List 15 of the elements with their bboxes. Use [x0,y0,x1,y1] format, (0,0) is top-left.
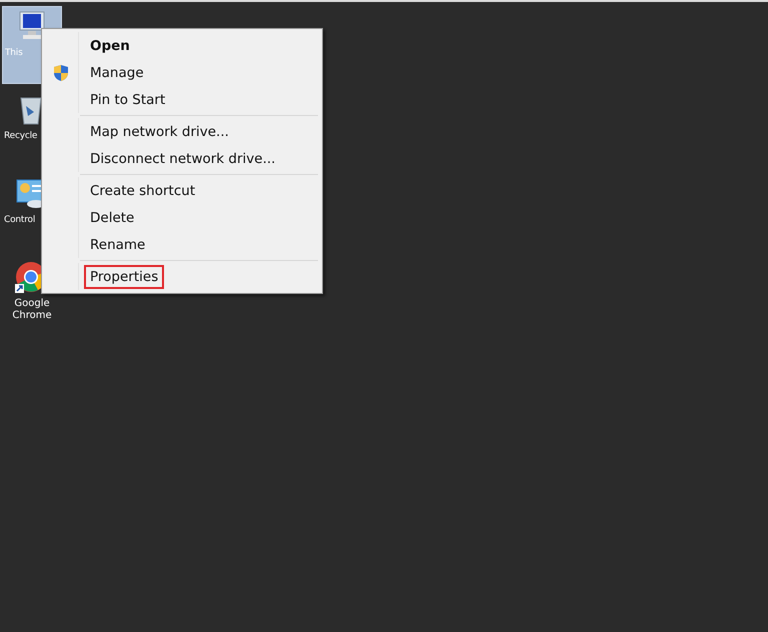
menu-item[interactable]: Map network drive... [84,120,235,144]
icon-label: Recycle [4,130,38,142]
menu-item[interactable]: Create shortcut [84,178,202,202]
icon-label: Google Chrome [11,298,53,322]
shield-icon [52,64,70,82]
menu-item[interactable]: Delete [84,206,140,230]
icon-label: Control [4,214,36,226]
menu-item[interactable]: Manage [84,60,150,84]
desktop-icon[interactable]: Recycle [2,90,62,168]
menu-item[interactable]: Disconnect network drive... [84,146,282,170]
icon-label: This [5,47,24,59]
menu-item[interactable]: Properties [84,264,164,288]
menu-item[interactable]: Rename [84,232,152,256]
menu-item[interactable]: Pin to Start [84,88,172,112]
menu-item[interactable]: Open [84,34,136,58]
